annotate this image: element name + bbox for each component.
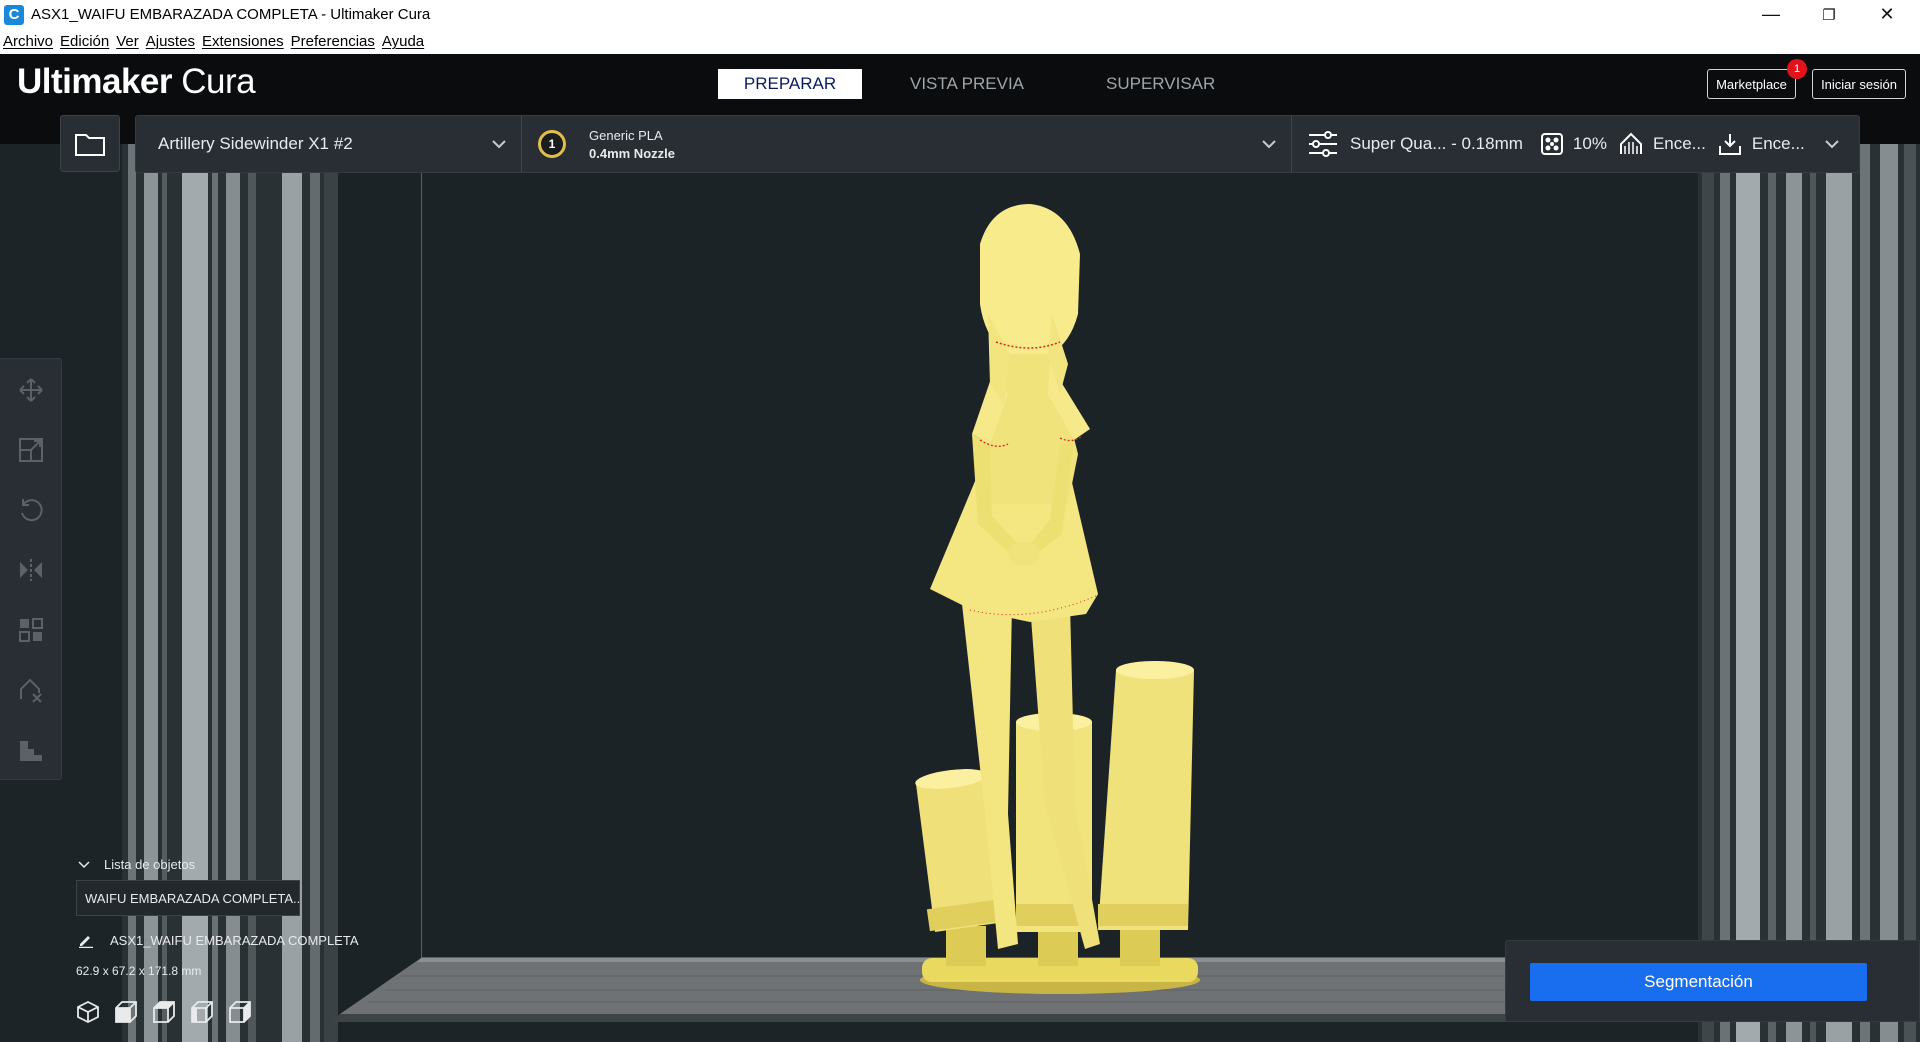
tool-panel — [0, 358, 62, 780]
cube-right-icon — [229, 1001, 251, 1023]
signin-button[interactable]: Iniciar sesión — [1812, 69, 1906, 99]
adhesion-icon — [1718, 134, 1741, 155]
printer-name: Artillery Sidewinder X1 #2 — [158, 134, 353, 153]
menu-ajustes[interactable]: Ajustes — [146, 33, 195, 50]
chevron-down-icon — [1825, 139, 1839, 148]
mirror-tool[interactable] — [18, 557, 44, 583]
marketplace-button[interactable]: Marketplace — [1707, 69, 1796, 99]
support-blocker-icon — [20, 678, 42, 703]
view-right-button[interactable] — [228, 998, 266, 1026]
tab-vista-previa[interactable]: VISTA PREVIA — [879, 69, 1055, 99]
view-left-button[interactable] — [190, 998, 228, 1026]
mirror-icon — [20, 559, 42, 581]
settings-sliders-icon — [1309, 131, 1337, 157]
view-front-button[interactable] — [114, 998, 152, 1026]
minimize-button[interactable]: — — [1742, 0, 1800, 29]
nozzle-size: 0.4mm Nozzle — [589, 146, 675, 161]
cube-top-icon — [153, 1001, 175, 1023]
support-icon — [1619, 132, 1642, 154]
cube-3d-icon — [77, 1000, 99, 1024]
chevron-down-icon — [78, 860, 90, 868]
object-name-row[interactable]: ASX1_WAIFU EMBARAZADA COMPLETA — [78, 932, 359, 948]
open-file-button[interactable] — [60, 115, 120, 172]
view-3d-button[interactable] — [76, 998, 114, 1026]
object-list-item[interactable]: WAIFU EMBARAZADA COMPLETA... — [76, 880, 300, 916]
3d-model[interactable] — [900, 204, 1240, 1004]
material-selector[interactable]: 1 Generic PLA 0.4mm Nozzle — [522, 116, 1292, 172]
cube-left-icon — [191, 1001, 213, 1023]
support-blocker-tool[interactable] — [18, 677, 44, 703]
settings-bar: Artillery Sidewinder X1 #2 1 Generic PLA… — [135, 115, 1860, 173]
chevron-down-icon — [492, 140, 506, 149]
stage-tabs: PREPARAR VISTA PREVIA SUPERVISAR — [718, 69, 1266, 99]
menu-preferencias[interactable]: Preferencias — [291, 33, 375, 50]
folder-icon — [75, 133, 105, 156]
object-list-toggle[interactable]: Lista de objetos — [78, 857, 195, 872]
chevron-down-icon — [1262, 140, 1276, 149]
tab-supervisar[interactable]: SUPERVISAR — [1075, 69, 1246, 99]
menu-ayuda[interactable]: Ayuda — [382, 33, 424, 50]
rotate-tool[interactable] — [18, 497, 44, 523]
menu-ver[interactable]: Ver — [116, 33, 139, 50]
menu-edicion[interactable]: Edición — [60, 33, 109, 50]
adhesion-label: Ence... — [1751, 134, 1805, 153]
menu-bar: Archivo Edición Ver Ajustes Extensiones … — [0, 29, 1920, 54]
infill-label: 10% — [1572, 134, 1607, 153]
infill-icon — [1540, 133, 1563, 155]
cube-front-icon — [115, 1001, 137, 1023]
window-title: ASX1_WAIFU EMBARAZADA COMPLETA - Ultimak… — [31, 6, 431, 23]
extruder-badge: 1 — [538, 130, 566, 158]
window-titlebar: C ASX1_WAIFU EMBARAZADA COMPLETA - Ultim… — [0, 0, 1920, 29]
edit-pencil-icon — [79, 936, 93, 948]
ultimaker-cura-logo: Ultimaker Cura — [17, 62, 256, 101]
per-model-settings-tool[interactable] — [18, 617, 44, 643]
cura-app-icon: C — [4, 4, 24, 25]
close-button[interactable]: ✕ — [1858, 0, 1916, 29]
profile-label: Super Qua... - 0.18mm — [1350, 134, 1523, 153]
maximize-button[interactable]: ❐ — [1800, 0, 1858, 29]
tab-preparar[interactable]: PREPARAR — [718, 69, 862, 99]
per-model-settings-icon — [19, 618, 43, 642]
slice-panel: Segmentación — [1505, 940, 1920, 1022]
printer-selector[interactable]: Artillery Sidewinder X1 #2 — [136, 116, 522, 172]
material-name: Generic PLA — [589, 128, 663, 143]
move-icon — [19, 378, 43, 402]
object-name: ASX1_WAIFU EMBARAZADA COMPLETA — [110, 932, 359, 948]
object-list-title: Lista de objetos — [104, 857, 196, 872]
support-label: Ence... — [1652, 134, 1706, 153]
view-top-button[interactable] — [152, 998, 190, 1026]
camera-view-buttons — [76, 998, 266, 1026]
object-dimensions: 62.9 x 67.2 x 171.8 mm — [76, 964, 202, 978]
lay-flat-icon — [20, 741, 42, 761]
notification-badge: 1 — [1787, 59, 1807, 79]
rotate-icon — [21, 499, 43, 522]
scale-tool[interactable] — [18, 437, 44, 463]
slice-button[interactable]: Segmentación — [1530, 963, 1867, 1001]
menu-extensiones[interactable]: Extensiones — [202, 33, 284, 50]
scale-icon — [19, 438, 43, 462]
print-settings-selector[interactable]: Super Qua... - 0.18mm 10% Ence... Ence..… — [1292, 116, 1859, 172]
menu-archivo[interactable]: Archivo — [3, 33, 53, 50]
move-tool[interactable] — [18, 377, 44, 403]
lay-flat-tool[interactable] — [18, 737, 44, 763]
